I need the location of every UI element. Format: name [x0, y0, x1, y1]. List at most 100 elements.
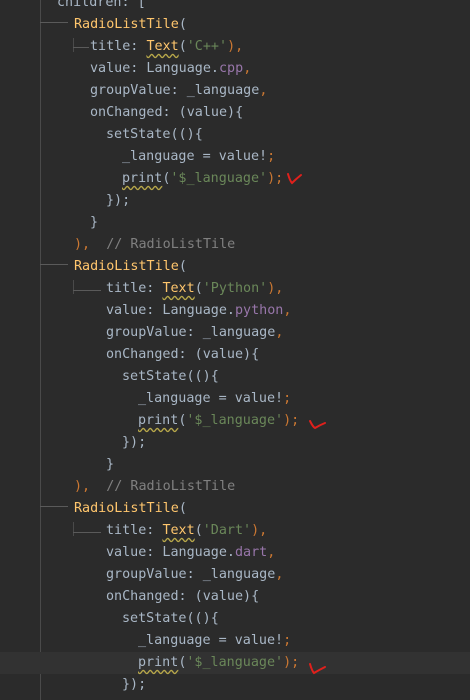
code-token: value: Language.: [106, 303, 235, 318]
code-line[interactable]: });: [0, 674, 470, 696]
code-token: onChanged: (value){: [106, 589, 260, 604]
code-line[interactable]: groupValue: _language,: [0, 564, 470, 586]
code-line[interactable]: onChanged: (value){: [0, 344, 470, 366]
code-token: // RadioListTile: [90, 237, 236, 252]
code-token: 'Python': [202, 281, 268, 296]
code-token: onChanged: (value){: [106, 347, 260, 362]
code-token: {: [194, 127, 203, 142]
code-token: children: [: [57, 0, 146, 10]
code-token: setState((): [122, 611, 211, 626]
red-check-mark-icon: [287, 173, 302, 185]
code-line[interactable]: ), // RadioListTile: [0, 234, 470, 256]
code-line[interactable]: value: Language.cpp,: [0, 58, 470, 80]
code-line[interactable]: print('$_language');: [0, 410, 470, 432]
code-token: ),: [267, 281, 284, 296]
code-token: RadioListTile: [74, 501, 179, 516]
code-line[interactable]: _language = value!;: [0, 146, 470, 168]
code-line[interactable]: }: [0, 454, 470, 476]
code-token: '$_language': [186, 655, 284, 670]
code-token: _language = value!: [138, 633, 284, 648]
code-token: python: [235, 303, 284, 318]
code-token: print: [138, 655, 179, 670]
code-line[interactable]: print('$_language');: [0, 168, 470, 190]
code-token: title:: [90, 39, 147, 54]
code-token: ),: [74, 479, 91, 494]
code-token: '$_language': [186, 413, 284, 428]
code-token: (: [178, 39, 187, 54]
code-token: cpp: [219, 61, 244, 76]
red-check-mark-icon: [309, 663, 326, 675]
code-line[interactable]: onChanged: (value){: [0, 586, 470, 608]
code-line[interactable]: onChanged: (value){: [0, 102, 470, 124]
code-token: Text: [162, 523, 195, 538]
code-line[interactable]: groupValue: _language,: [0, 80, 470, 102]
code-line[interactable]: title: Text('Python'),: [0, 278, 470, 300]
code-token: ,: [267, 545, 276, 560]
code-token: (: [178, 259, 187, 274]
code-token: ),: [227, 39, 244, 54]
code-token: {: [210, 611, 219, 626]
code-line[interactable]: ), // RadioListTile: [0, 476, 470, 498]
code-line[interactable]: children: [: [0, 0, 470, 14]
code-token: 'Dart': [202, 523, 252, 538]
code-line[interactable]: setState((){: [0, 366, 470, 388]
code-token: });: [122, 677, 147, 692]
code-token: groupValue: _language: [106, 567, 276, 582]
code-token: onChanged: (value){: [90, 105, 244, 120]
code-token: }: [106, 457, 115, 472]
code-token: });: [122, 435, 147, 450]
code-token: ;: [267, 149, 276, 164]
code-token: (: [194, 523, 203, 538]
code-token: }: [90, 215, 99, 230]
code-editor[interactable]: children: [ RadioListTile( title: Text('…: [0, 0, 470, 700]
code-line[interactable]: });: [0, 190, 470, 212]
code-line[interactable]: }: [0, 212, 470, 234]
code-line[interactable]: _language = value!;: [0, 630, 470, 652]
code-token: Text: [146, 39, 179, 54]
code-token: );: [283, 413, 300, 428]
code-token: groupValue: _language: [90, 83, 260, 98]
code-token: title:: [106, 523, 163, 538]
code-token: });: [106, 193, 131, 208]
code-line[interactable]: value: Language.dart,: [0, 542, 470, 564]
code-token: ;: [283, 391, 292, 406]
code-token: RadioListTile: [74, 259, 179, 274]
code-token: 'C++': [186, 39, 228, 54]
code-token: '$_language': [170, 171, 268, 186]
code-line[interactable]: RadioListTile(: [0, 14, 470, 36]
code-line-current[interactable]: print('$_language');: [0, 652, 470, 674]
code-token: groupValue: _language: [106, 325, 276, 340]
code-token: ),: [251, 523, 268, 538]
code-line[interactable]: RadioListTile(: [0, 498, 470, 520]
code-token: ;: [283, 633, 292, 648]
code-token: ,: [283, 303, 292, 318]
code-token: );: [283, 655, 300, 670]
code-token: _language = value!: [122, 149, 268, 164]
code-line[interactable]: groupValue: _language,: [0, 322, 470, 344]
code-token: ),: [74, 237, 91, 252]
code-token: RadioListTile: [74, 17, 179, 32]
code-line[interactable]: title: Text('C++'),: [0, 36, 470, 58]
code-line[interactable]: value: Language.python,: [0, 300, 470, 322]
code-line[interactable]: RadioListTile(: [0, 256, 470, 278]
code-token: ,: [275, 325, 284, 340]
code-line[interactable]: _language = value!;: [0, 388, 470, 410]
code-token: );: [267, 171, 284, 186]
code-token: value: Language.: [90, 61, 219, 76]
code-token: ,: [259, 83, 268, 98]
code-token: ,: [243, 61, 252, 76]
code-token: (: [178, 17, 187, 32]
code-line[interactable]: setState((){: [0, 608, 470, 630]
code-line[interactable]: setState((){: [0, 124, 470, 146]
code-token: (: [178, 501, 187, 516]
code-line[interactable]: title: Text('Dart'),: [0, 520, 470, 542]
code-line[interactable]: });: [0, 432, 470, 454]
code-token: title:: [106, 281, 163, 296]
code-token: {: [210, 369, 219, 384]
code-token: (: [194, 281, 203, 296]
code-token: // RadioListTile: [90, 479, 236, 494]
code-token: setState((): [106, 127, 195, 142]
code-token: dart: [235, 545, 268, 560]
code-token: print: [122, 171, 163, 186]
code-token: Text: [162, 281, 195, 296]
